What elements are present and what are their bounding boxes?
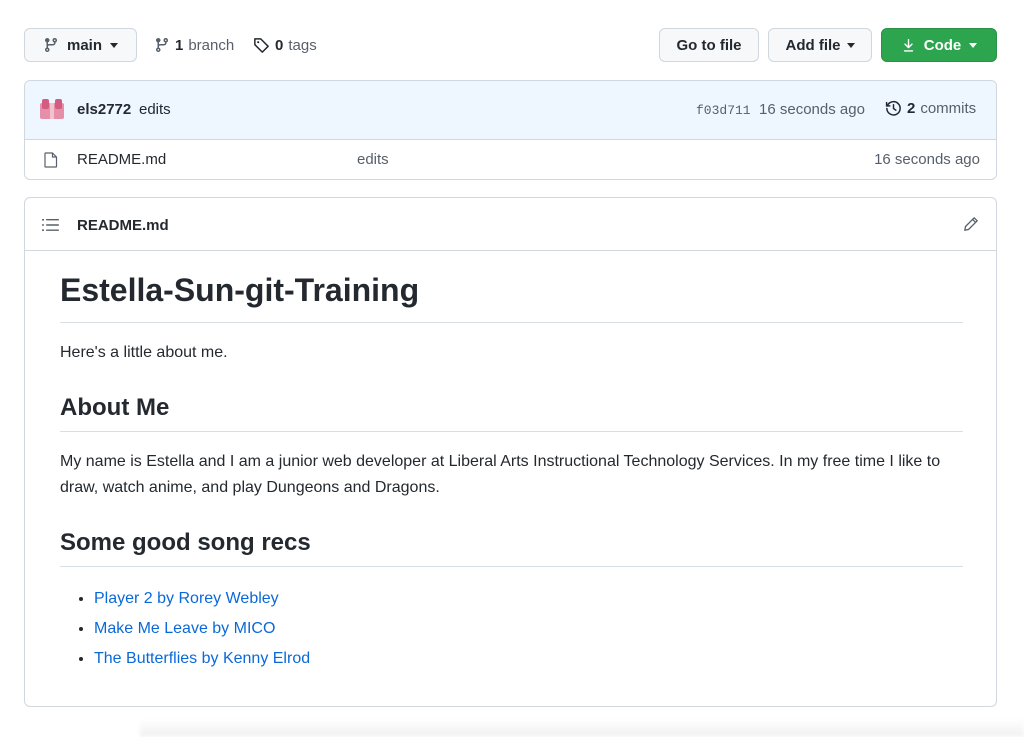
song-link[interactable]: The Butterflies by Kenny Elrod	[94, 650, 310, 667]
window-shadow	[140, 719, 1024, 737]
file-icon	[44, 152, 58, 168]
commit-message[interactable]: edits	[139, 101, 171, 118]
list-item: Make Me Leave by MICO	[94, 614, 963, 644]
song-link[interactable]: Make Me Leave by MICO	[94, 620, 275, 637]
commits-history-link[interactable]: 2 commits	[885, 100, 976, 117]
about-heading: About Me	[60, 393, 963, 432]
commit-sha[interactable]: f03d711	[696, 103, 751, 118]
download-icon	[903, 38, 913, 52]
readme-title[interactable]: README.md	[77, 217, 169, 234]
pencil-icon[interactable]	[963, 216, 979, 232]
file-name[interactable]: README.md	[77, 151, 166, 168]
readme-content: Estella-Sun-git-Training Here's a little…	[60, 270, 963, 674]
list-item: Player 2 by Rorey Webley	[94, 584, 963, 614]
branches-link[interactable]: 1 branch	[154, 28, 234, 62]
file-browser: els2772 edits f03d711 16 seconds ago 2 c…	[24, 80, 997, 180]
code-button[interactable]: Code	[881, 28, 997, 62]
branch-label: branch	[188, 36, 235, 54]
history-icon	[885, 100, 901, 116]
chevron-down-icon	[969, 42, 978, 48]
file-row[interactable]: README.md edits 16 seconds ago	[25, 140, 996, 179]
add-file-label: Add file	[785, 36, 841, 54]
chevron-down-icon	[846, 42, 855, 48]
file-commit-message[interactable]: edits	[357, 151, 389, 168]
go-to-file-label: Go to file	[676, 36, 742, 54]
avatar[interactable]	[40, 99, 64, 119]
tag-icon	[254, 37, 269, 53]
commit-time: 16 seconds ago	[759, 101, 865, 118]
code-label: Code	[923, 36, 962, 54]
song-link[interactable]: Player 2 by Rorey Webley	[94, 590, 279, 607]
readme-heading: Estella-Sun-git-Training	[60, 270, 963, 323]
go-to-file-button[interactable]: Go to file	[659, 28, 759, 62]
readme-header: README.md	[25, 198, 996, 251]
songs-heading: Some good song recs	[60, 528, 963, 567]
commit-author[interactable]: els2772	[77, 101, 131, 118]
add-file-button[interactable]: Add file	[768, 28, 872, 62]
branch-count: 1	[175, 36, 184, 54]
list-item: The Butterflies by Kenny Elrod	[94, 644, 963, 674]
commit-count: 2	[907, 100, 916, 117]
song-list: Player 2 by Rorey Webley Make Me Leave b…	[60, 584, 963, 674]
branch-name: main	[66, 36, 102, 54]
tags-link[interactable]: 0 tags	[253, 28, 317, 62]
latest-commit-bar: els2772 edits f03d711 16 seconds ago 2 c…	[25, 81, 996, 140]
tag-count: 0	[275, 36, 284, 54]
commit-label: commits	[920, 100, 977, 117]
branch-select-button[interactable]: main	[24, 28, 137, 62]
about-paragraph: My name is Estella and I am a junior web…	[60, 453, 941, 496]
git-branch-icon	[44, 38, 57, 53]
tag-label: tags	[288, 36, 317, 54]
repo-toolbar: main 1 branch 0 tags Go to file Add file…	[24, 28, 997, 62]
file-time: 16 seconds ago	[874, 151, 980, 168]
readme-panel: README.md Estella-Sun-git-Training Here'…	[24, 197, 997, 707]
intro-paragraph: Here's a little about me.	[60, 344, 228, 361]
git-branch-icon	[155, 38, 168, 53]
list-unordered-icon[interactable]	[42, 218, 59, 232]
chevron-down-icon	[110, 42, 118, 48]
